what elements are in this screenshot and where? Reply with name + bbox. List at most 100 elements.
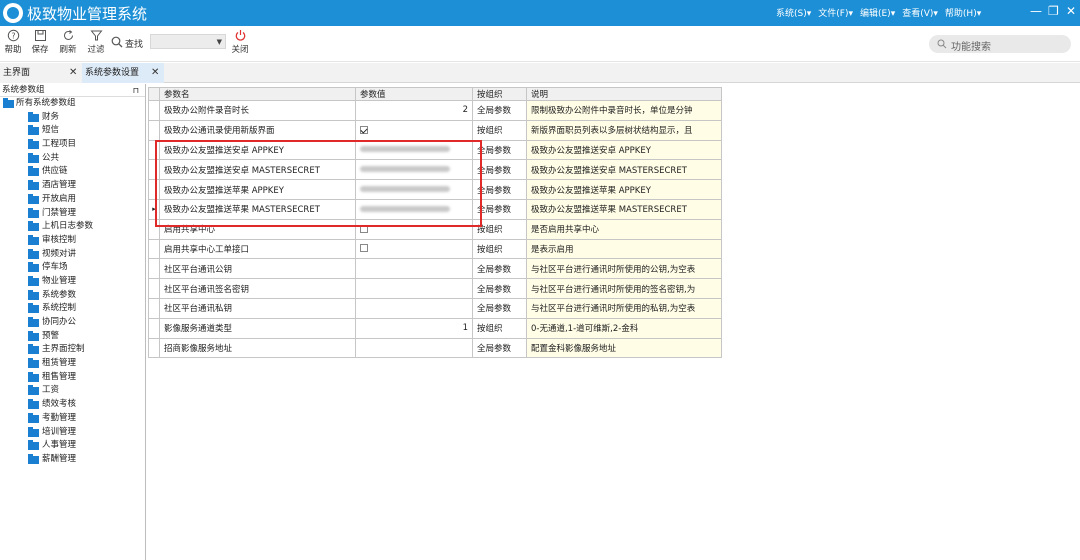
refresh-button[interactable]: 刷新 (55, 29, 81, 55)
cell-scope[interactable]: 全局参数 (472, 297, 527, 319)
cell-description[interactable]: 与社区平台进行通讯时所使用的私钥,为空表 (526, 297, 722, 319)
cell-scope[interactable]: 按组织 (472, 238, 527, 260)
tree-item[interactable]: 协同办公 (0, 316, 145, 330)
tree-item[interactable]: 租赁管理 (0, 357, 145, 371)
cell-param-value[interactable] (355, 198, 473, 220)
table-row[interactable]: 极致办公附件录音时长 2 全局参数 限制极致办公附件中录音时长，单位是分钟 (148, 100, 722, 121)
checkbox[interactable] (360, 244, 368, 253)
cell-param-value[interactable] (355, 297, 473, 319)
table-row[interactable]: 社区平台通讯私钥 全局参数 与社区平台进行通讯时所使用的私钥,为空表 (148, 297, 722, 319)
cell-description[interactable]: 是否启用共享中心 (526, 218, 722, 240)
cell-scope[interactable]: 全局参数 (472, 100, 527, 121)
tree-item[interactable]: 预警 (0, 330, 145, 344)
cell-param-value[interactable] (355, 119, 473, 141)
table-row[interactable]: 极致办公友盟推送安卓 APPKEY 全局参数 极致办公友盟推送安卓 APPKEY (148, 139, 722, 161)
save-button[interactable]: 保存 (27, 29, 53, 55)
menu-help[interactable]: 帮助(H)▾ (945, 6, 981, 19)
tree-item[interactable]: 物业管理 (0, 275, 145, 289)
table-row[interactable]: ▸ 极致办公友盟推送苹果 MASTERSECRET 全局参数 极致办公友盟推送苹果 M… (148, 198, 722, 220)
tree-item[interactable]: 短信 (0, 124, 145, 138)
tree-item[interactable]: 工资 (0, 384, 145, 398)
pin-icon[interactable]: ⊓ (133, 84, 139, 97)
cell-param-value[interactable] (355, 258, 473, 280)
cell-description[interactable]: 极致办公友盟推送安卓 APPKEY (526, 139, 722, 161)
cell-scope[interactable]: 全局参数 (472, 337, 527, 359)
table-row[interactable]: 启用共享中心 按组织 是否启用共享中心 (148, 218, 722, 240)
tree-item[interactable]: 人事管理 (0, 439, 145, 453)
cell-scope[interactable]: 按组织 (472, 317, 527, 339)
cell-param-name[interactable]: 招商影像服务地址 (159, 337, 356, 359)
header-param-value[interactable]: 参数值 (355, 87, 473, 101)
filter-button[interactable]: 过滤 (83, 29, 109, 55)
tree-item[interactable]: 视频对讲 (0, 248, 145, 262)
tab-system-params-close-icon[interactable]: ✕ (151, 63, 159, 83)
tree-item[interactable]: 门禁管理 (0, 207, 145, 221)
table-row[interactable]: 极致办公通讯录使用新版界面 按组织 新版界面职员列表以多层树状结构显示，且 (148, 119, 722, 141)
table-row[interactable]: 极致办公友盟推送苹果 APPKEY 全局参数 极致办公友盟推送苹果 APPKEY (148, 179, 722, 200)
cell-scope[interactable]: 全局参数 (472, 139, 527, 161)
cell-description[interactable]: 是表示启用 (526, 238, 722, 260)
cell-description[interactable]: 限制极致办公附件中录音时长，单位是分钟 (526, 100, 722, 121)
cell-param-name[interactable]: 社区平台通讯私钥 (159, 297, 356, 319)
tree-item[interactable]: 公共 (0, 152, 145, 166)
tab-main[interactable]: 主界面 ✕ (0, 63, 82, 83)
cell-description[interactable]: 极致办公友盟推送安卓 MASTERSECRET (526, 159, 722, 181)
table-row[interactable]: 极致办公友盟推送安卓 MASTERSECRET 全局参数 极致办公友盟推送安卓 MA… (148, 159, 722, 181)
cell-description[interactable]: 与社区平台进行通讯时所使用的公钥,为空表 (526, 258, 722, 280)
cell-param-value[interactable]: 2 (355, 100, 473, 121)
cell-param-name[interactable]: 启用共享中心工单接口 (159, 238, 356, 260)
cell-param-name[interactable]: 启用共享中心 (159, 218, 356, 240)
tree-item[interactable]: 租售管理 (0, 371, 145, 385)
tree-item[interactable]: 供应链 (0, 165, 145, 179)
table-row[interactable]: 启用共享中心工单接口 按组织 是表示启用 (148, 238, 722, 260)
menu-edit[interactable]: 编辑(E)▾ (860, 6, 895, 19)
cell-param-name[interactable]: 极致办公通讯录使用新版界面 (159, 119, 356, 141)
cell-param-name[interactable]: 极致办公友盟推送苹果 APPKEY (159, 179, 356, 200)
header-param-name[interactable]: 参数名 (159, 87, 356, 101)
help-button[interactable]: ? 帮助 (0, 29, 26, 55)
menu-view[interactable]: 查看(V)▾ (902, 6, 938, 19)
cell-param-value[interactable] (355, 139, 473, 161)
header-description[interactable]: 说明 (526, 87, 722, 101)
tree-item[interactable]: 绩效考核 (0, 398, 145, 412)
table-row[interactable]: 社区平台通讯签名密钥 全局参数 与社区平台进行通讯时所使用的签名密钥,为 (148, 278, 722, 299)
tree-item[interactable]: 薪酬管理 (0, 453, 145, 467)
cell-param-name[interactable]: 极致办公友盟推送安卓 MASTERSECRET (159, 159, 356, 181)
cell-param-name[interactable]: 社区平台通讯签名密钥 (159, 278, 356, 299)
cell-description[interactable]: 极致办公友盟推送苹果 APPKEY (526, 179, 722, 200)
table-row[interactable]: 社区平台通讯公钥 全局参数 与社区平台进行通讯时所使用的公钥,为空表 (148, 258, 722, 280)
header-scope[interactable]: 按组织 (472, 87, 527, 101)
cell-scope[interactable]: 按组织 (472, 119, 527, 141)
table-row[interactable]: 影像服务通道类型 1 按组织 0-无通道,1-道可维斯,2-金科 (148, 317, 722, 339)
tree-item[interactable]: 财务 (0, 111, 145, 125)
cell-param-value[interactable] (355, 337, 473, 359)
cell-param-value[interactable] (355, 238, 473, 260)
checkbox[interactable] (360, 224, 368, 233)
cell-scope[interactable]: 全局参数 (472, 278, 527, 299)
tree-item[interactable]: 停车场 (0, 261, 145, 275)
tree-item[interactable]: 考勤管理 (0, 412, 145, 426)
tree-root[interactable]: 所有系统参数组 (0, 97, 145, 111)
cell-scope[interactable]: 全局参数 (472, 159, 527, 181)
tree-item[interactable]: 工程项目 (0, 138, 145, 152)
minimize-button[interactable]: — (1030, 4, 1042, 18)
cell-scope[interactable]: 全局参数 (472, 198, 527, 220)
checkbox[interactable] (360, 125, 368, 134)
cell-param-value[interactable] (355, 179, 473, 200)
cell-param-name[interactable]: 影像服务通道类型 (159, 317, 356, 339)
tree-item[interactable]: 审核控制 (0, 234, 145, 248)
menu-file[interactable]: 文件(F)▾ (818, 6, 853, 19)
tab-main-close-icon[interactable]: ✕ (69, 63, 77, 83)
close-window-button[interactable]: ✕ (1066, 4, 1076, 18)
cell-param-name[interactable]: 极致办公附件录音时长 (159, 100, 356, 121)
cell-description[interactable]: 与社区平台进行通讯时所使用的签名密钥,为 (526, 278, 722, 299)
close-button[interactable]: 关闭 (227, 29, 253, 55)
cell-description[interactable]: 新版界面职员列表以多层树状结构显示，且 (526, 119, 722, 141)
cell-description[interactable]: 极致办公友盟推送苹果 MASTERSECRET (526, 198, 722, 220)
tree-item[interactable]: 酒店管理 (0, 179, 145, 193)
function-search-input[interactable]: 功能搜索 (929, 35, 1071, 53)
cell-param-name[interactable]: 极致办公友盟推送苹果 MASTERSECRET (159, 198, 356, 220)
cell-param-value[interactable] (355, 278, 473, 299)
tree-item[interactable]: 开放启用 (0, 193, 145, 207)
find-dropdown[interactable]: ▼ (150, 34, 226, 49)
